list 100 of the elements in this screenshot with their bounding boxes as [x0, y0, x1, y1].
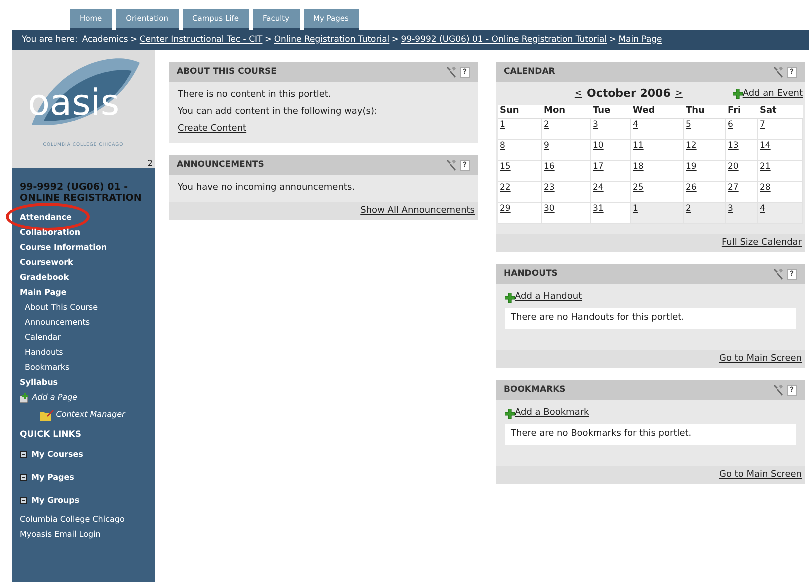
context-manager-label[interactable]: Context Manager	[56, 405, 126, 425]
page-plus-icon	[20, 392, 30, 402]
day-link[interactable]: 14	[760, 141, 771, 152]
portlet-title: HANDOUTS	[504, 268, 558, 281]
create-content-link[interactable]: Create Content	[178, 124, 247, 134]
day-link[interactable]: 2	[544, 120, 550, 130]
sidebar-item[interactable]: Course Information	[12, 240, 155, 255]
day-link[interactable]: 16	[544, 162, 555, 172]
sidebar-item[interactable]: Coursework	[12, 255, 155, 270]
day-link[interactable]: 11	[633, 141, 644, 152]
sidebar-item[interactable]: Gradebook	[12, 270, 155, 285]
breadcrumb-link[interactable]: 99-9992 (UG06) 01 - Online Registration Tutorial	[401, 34, 608, 46]
sidebar-item[interactable]: Collaboration	[12, 225, 155, 240]
day-link[interactable]: 1	[633, 204, 638, 214]
plus-icon	[732, 89, 743, 100]
day-link[interactable]: 1	[500, 120, 506, 130]
day-link[interactable]: 3	[728, 204, 734, 214]
day-link[interactable]: 15	[500, 162, 511, 172]
breadcrumb-link[interactable]: Center Instructional Tec - CIT	[140, 34, 263, 46]
day-link[interactable]: 28	[760, 183, 771, 194]
expand-icon	[20, 497, 27, 504]
breadcrumb-separator: >	[130, 34, 138, 46]
day-link[interactable]: 6	[728, 120, 734, 130]
day-link[interactable]: 12	[686, 141, 697, 152]
plus-icon	[505, 292, 515, 303]
day-link[interactable]: 7	[760, 120, 766, 130]
day-link[interactable]: 29	[500, 204, 511, 214]
portlet-title: BOOKMARKS	[504, 384, 566, 397]
breadcrumb-label: You are here:	[22, 34, 78, 46]
portlet-text: There is no content in this portlet.	[178, 89, 332, 102]
wrench-icon	[773, 268, 784, 280]
wrench-icon	[446, 159, 457, 171]
sidebar-item[interactable]: Bookmarks	[12, 360, 155, 375]
day-link[interactable]: 3	[593, 120, 598, 130]
portlet-text: You can add content in the following way(s):	[178, 106, 378, 119]
day-link[interactable]: 5	[686, 120, 692, 130]
wrench-icon	[773, 66, 784, 78]
weekday-header: Fri	[726, 104, 758, 120]
quick-link-label[interactable]: My Courses	[32, 443, 84, 466]
section-heading: QUICK LINKS	[19, 429, 82, 442]
portlet-title: CALENDAR	[504, 66, 556, 78]
day-link[interactable]: 23	[544, 183, 555, 194]
day-link[interactable]: 8	[500, 141, 506, 152]
day-link[interactable]: 27	[728, 183, 739, 194]
day-link[interactable]: 9	[544, 141, 550, 152]
day-link[interactable]: 25	[633, 183, 644, 194]
weekday-header: Mon	[542, 104, 591, 120]
expand-icon	[20, 474, 27, 481]
day-link[interactable]: 24	[593, 183, 604, 194]
sidebar-item[interactable]: Attendance	[12, 210, 155, 225]
add-link[interactable]: Add a Bookmark	[515, 405, 590, 422]
prev-month-link[interactable]: <	[574, 88, 582, 101]
day-link[interactable]: 31	[593, 204, 604, 214]
breadcrumb-link[interactable]: Online Registration Tutorial	[274, 34, 390, 46]
weekday-header: Tue	[591, 104, 631, 120]
portlet-title: ABOUT THIS COURSE	[177, 66, 277, 78]
day-link[interactable]: 19	[686, 162, 697, 172]
breadcrumb-separator: >	[609, 34, 616, 46]
expand-icon	[20, 451, 27, 458]
sidebar-item[interactable]: Handouts	[12, 345, 155, 360]
day-link[interactable]: 2	[686, 204, 692, 214]
breadcrumb-link[interactable]: Main Page	[618, 34, 662, 46]
quick-link[interactable]: Myoasis Email Login	[12, 527, 155, 542]
breadcrumb-separator: >	[264, 34, 272, 46]
wrench-icon	[773, 384, 784, 396]
day-link[interactable]: 21	[760, 162, 771, 172]
empty-notice: There are no Bookmarks for this portlet.	[505, 424, 796, 446]
day-link[interactable]: 26	[686, 183, 697, 194]
day-link[interactable]: 4	[760, 204, 766, 214]
footer-link[interactable]: Go to Main Screen	[719, 354, 802, 364]
day-link[interactable]: 18	[633, 162, 644, 172]
add-page-label[interactable]: Add a Page	[32, 390, 78, 405]
sidebar-item[interactable]: Syllabus	[12, 375, 155, 390]
footer-link[interactable]: Full Size Calendar	[722, 238, 802, 248]
day-link[interactable]: 30	[544, 204, 555, 214]
sidebar-item[interactable]: Announcements	[12, 315, 155, 330]
sidebar-item[interactable]: About This Course	[12, 300, 155, 315]
portlet-title: ANNOUNCEMENTS	[177, 158, 264, 172]
breadcrumb-separator: >	[392, 34, 400, 46]
day-link[interactable]: 17	[593, 162, 604, 172]
add-event-link[interactable]: Add an Event	[742, 88, 803, 101]
footer-link[interactable]: Go to Main Screen	[719, 470, 802, 480]
weekday-header: Sun	[498, 104, 542, 120]
folder-pencil-icon	[40, 409, 54, 421]
day-link[interactable]: 4	[633, 120, 638, 130]
plus-icon	[505, 408, 515, 419]
corner-mark: 2	[148, 159, 153, 168]
next-month-link[interactable]: >	[675, 88, 683, 101]
quick-link-label[interactable]: My Groups	[32, 489, 80, 512]
quick-link-label[interactable]: My Pages	[32, 466, 74, 489]
add-link[interactable]: Add a Handout	[515, 289, 582, 306]
quick-link[interactable]: Columbia College Chicago	[12, 512, 155, 527]
breadcrumb-text: Academics	[82, 34, 128, 46]
day-link[interactable]: 10	[593, 141, 604, 152]
weekday-header: Thu	[684, 104, 726, 120]
day-link[interactable]: 22	[500, 183, 511, 194]
sidebar-item[interactable]: Main Page	[12, 285, 155, 300]
day-link[interactable]: 13	[728, 141, 739, 152]
day-link[interactable]: 20	[728, 162, 739, 172]
sidebar-item[interactable]: Calendar	[12, 330, 155, 345]
